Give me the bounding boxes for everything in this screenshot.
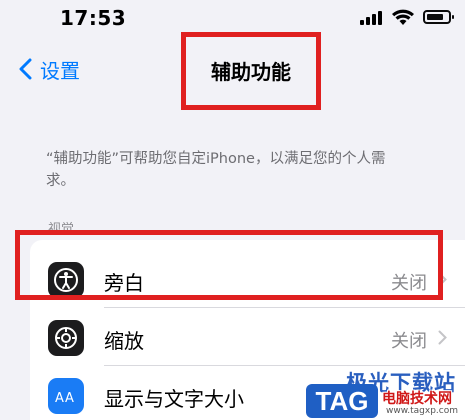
back-label: 设置 xyxy=(40,58,80,83)
chevron-left-icon xyxy=(19,58,32,80)
watermark-subtitle: 电脑技术网 xyxy=(382,391,452,407)
page-description: “辅助功能”可帮助您自定iPhone，以满足您的个人需求。 xyxy=(46,151,386,189)
row-label: 缩放 xyxy=(104,329,144,353)
title-highlight-box xyxy=(181,32,321,110)
battery-icon xyxy=(423,10,454,24)
status-bar: 17:53 xyxy=(0,0,465,36)
text-size-icon: A A xyxy=(48,378,84,414)
back-button[interactable]: 设置 xyxy=(18,54,80,84)
row-label: 显示与文字大小 xyxy=(104,387,244,411)
cellular-signal-icon xyxy=(360,11,386,25)
svg-text:A: A xyxy=(55,391,64,406)
svg-text:A: A xyxy=(65,391,74,406)
wifi-icon xyxy=(392,9,414,25)
row-value: 关闭 xyxy=(391,331,427,352)
watermark-url: www.tagxp.com xyxy=(386,406,458,416)
watermark-tag-logo: TAG xyxy=(306,384,378,418)
status-time: 17:53 xyxy=(60,6,127,30)
chevron-right-icon xyxy=(438,330,447,345)
row-zoom[interactable]: 缩放 关闭 xyxy=(30,308,465,366)
voiceover-highlight-box xyxy=(15,230,443,300)
zoom-icon xyxy=(48,320,84,356)
